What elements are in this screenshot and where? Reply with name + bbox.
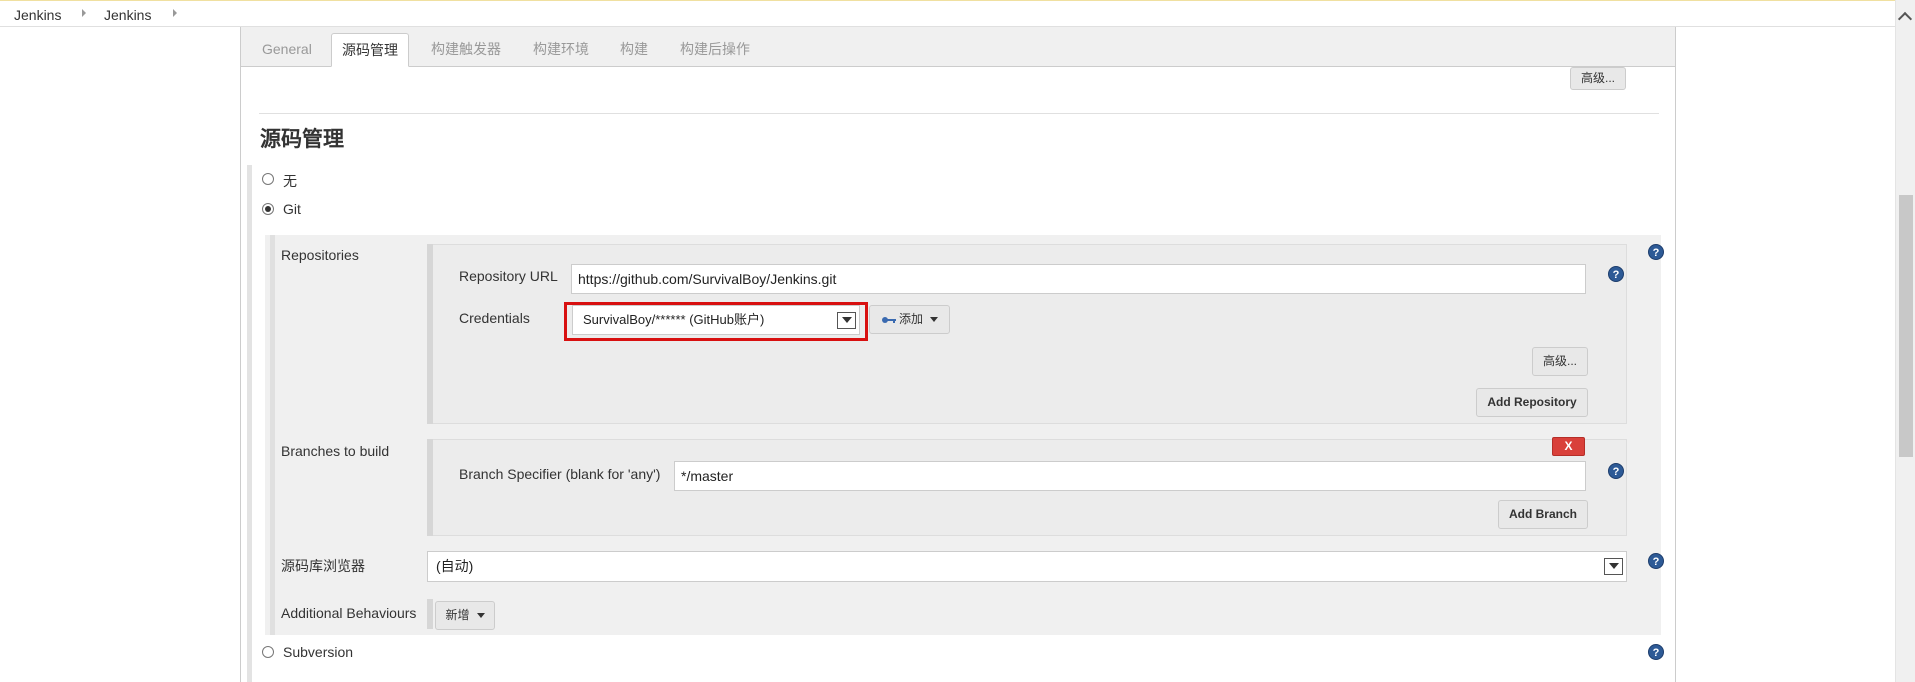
repository-browser-dropdown-arrow-icon[interactable] <box>1604 558 1623 575</box>
credentials-label: Credentials <box>459 310 530 326</box>
tab-build-triggers[interactable]: 构建触发器 <box>421 33 511 67</box>
caret-down-icon <box>930 317 938 323</box>
repositories-help-icon[interactable]: ? <box>1648 244 1664 260</box>
tab-source-code-management[interactable]: 源码管理 <box>331 33 409 67</box>
scm-options-bar <box>247 165 252 682</box>
repository-url-input[interactable]: https://github.com/SurvivalBoy/Jenkins.g… <box>571 264 1586 294</box>
section-title-scm: 源码管理 <box>260 128 344 151</box>
subversion-help-icon[interactable]: ? <box>1648 644 1664 660</box>
branches-label: Branches to build <box>281 443 390 459</box>
repository-panel-edge <box>427 244 433 424</box>
delete-branch-button[interactable]: X <box>1552 437 1585 456</box>
repository-browser-value: (自动) <box>436 558 474 574</box>
credentials-highlight-box <box>564 302 868 341</box>
add-credentials-label: 添加 <box>898 312 923 326</box>
scroll-up-arrow-icon[interactable] <box>1897 11 1913 27</box>
config-tabbar: General 源码管理 构建触发器 构建环境 构建 构建后操作 <box>241 27 1675 67</box>
section-divider <box>259 113 1659 114</box>
breadcrumb-chevron-icon[interactable] <box>82 9 86 17</box>
tab-general[interactable]: General <box>252 33 322 67</box>
caret-down-icon <box>476 613 485 619</box>
breadcrumb-chevron-icon[interactable] <box>173 9 177 17</box>
add-behaviour-label: 新增 <box>445 608 470 622</box>
tab-build[interactable]: 构建 <box>610 33 658 67</box>
branch-specifier-help-icon[interactable]: ? <box>1608 463 1624 479</box>
repository-browser-help-icon[interactable]: ? <box>1648 553 1664 569</box>
repository-browser-select[interactable]: (自动) <box>427 551 1627 582</box>
branch-panel-edge <box>427 439 433 536</box>
branch-specifier-label: Branch Specifier (blank for 'any') <box>459 466 661 482</box>
scm-none-radio[interactable] <box>262 173 274 185</box>
vertical-scrollbar[interactable] <box>1895 0 1915 682</box>
additional-behaviours-label: Additional Behaviours <box>281 605 417 621</box>
repository-advanced-button[interactable]: 高级... <box>1532 347 1588 376</box>
repository-url-help-icon[interactable]: ? <box>1608 266 1624 282</box>
branch-specifier-input[interactable]: */master <box>674 461 1586 491</box>
breadcrumb-item-jenkins[interactable]: Jenkins <box>104 7 151 23</box>
add-credentials-button[interactable]: 添加 <box>869 305 950 334</box>
add-branch-button[interactable]: Add Branch <box>1498 500 1588 529</box>
scm-subversion-radio[interactable] <box>262 646 274 658</box>
repositories-label: Repositories <box>281 247 359 263</box>
git-config-bar <box>270 235 275 635</box>
scm-none-label[interactable]: 无 <box>283 171 297 191</box>
breadcrumb: Jenkins Jenkins <box>0 0 1895 27</box>
scm-subversion-label[interactable]: Subversion <box>283 644 353 660</box>
key-icon <box>881 316 896 323</box>
scrollbar-thumb[interactable] <box>1899 195 1913 457</box>
scm-git-radio[interactable] <box>262 203 274 215</box>
repository-url-label: Repository URL <box>459 268 558 284</box>
breadcrumb-item-jenkins-root[interactable]: Jenkins <box>14 7 61 23</box>
tab-build-environment[interactable]: 构建环境 <box>523 33 599 67</box>
scm-git-label[interactable]: Git <box>283 201 301 217</box>
general-advanced-button[interactable]: 高级... <box>1570 67 1626 90</box>
add-behaviour-button[interactable]: 新增 <box>435 601 495 630</box>
additional-behaviours-edge <box>427 599 433 629</box>
add-repository-button[interactable]: Add Repository <box>1476 388 1588 417</box>
repository-browser-label: 源码库浏览器 <box>281 558 365 574</box>
job-config-panel: General 源码管理 构建触发器 构建环境 构建 构建后操作 高级... 源… <box>240 27 1676 682</box>
tab-post-build-actions[interactable]: 构建后操作 <box>670 33 760 67</box>
